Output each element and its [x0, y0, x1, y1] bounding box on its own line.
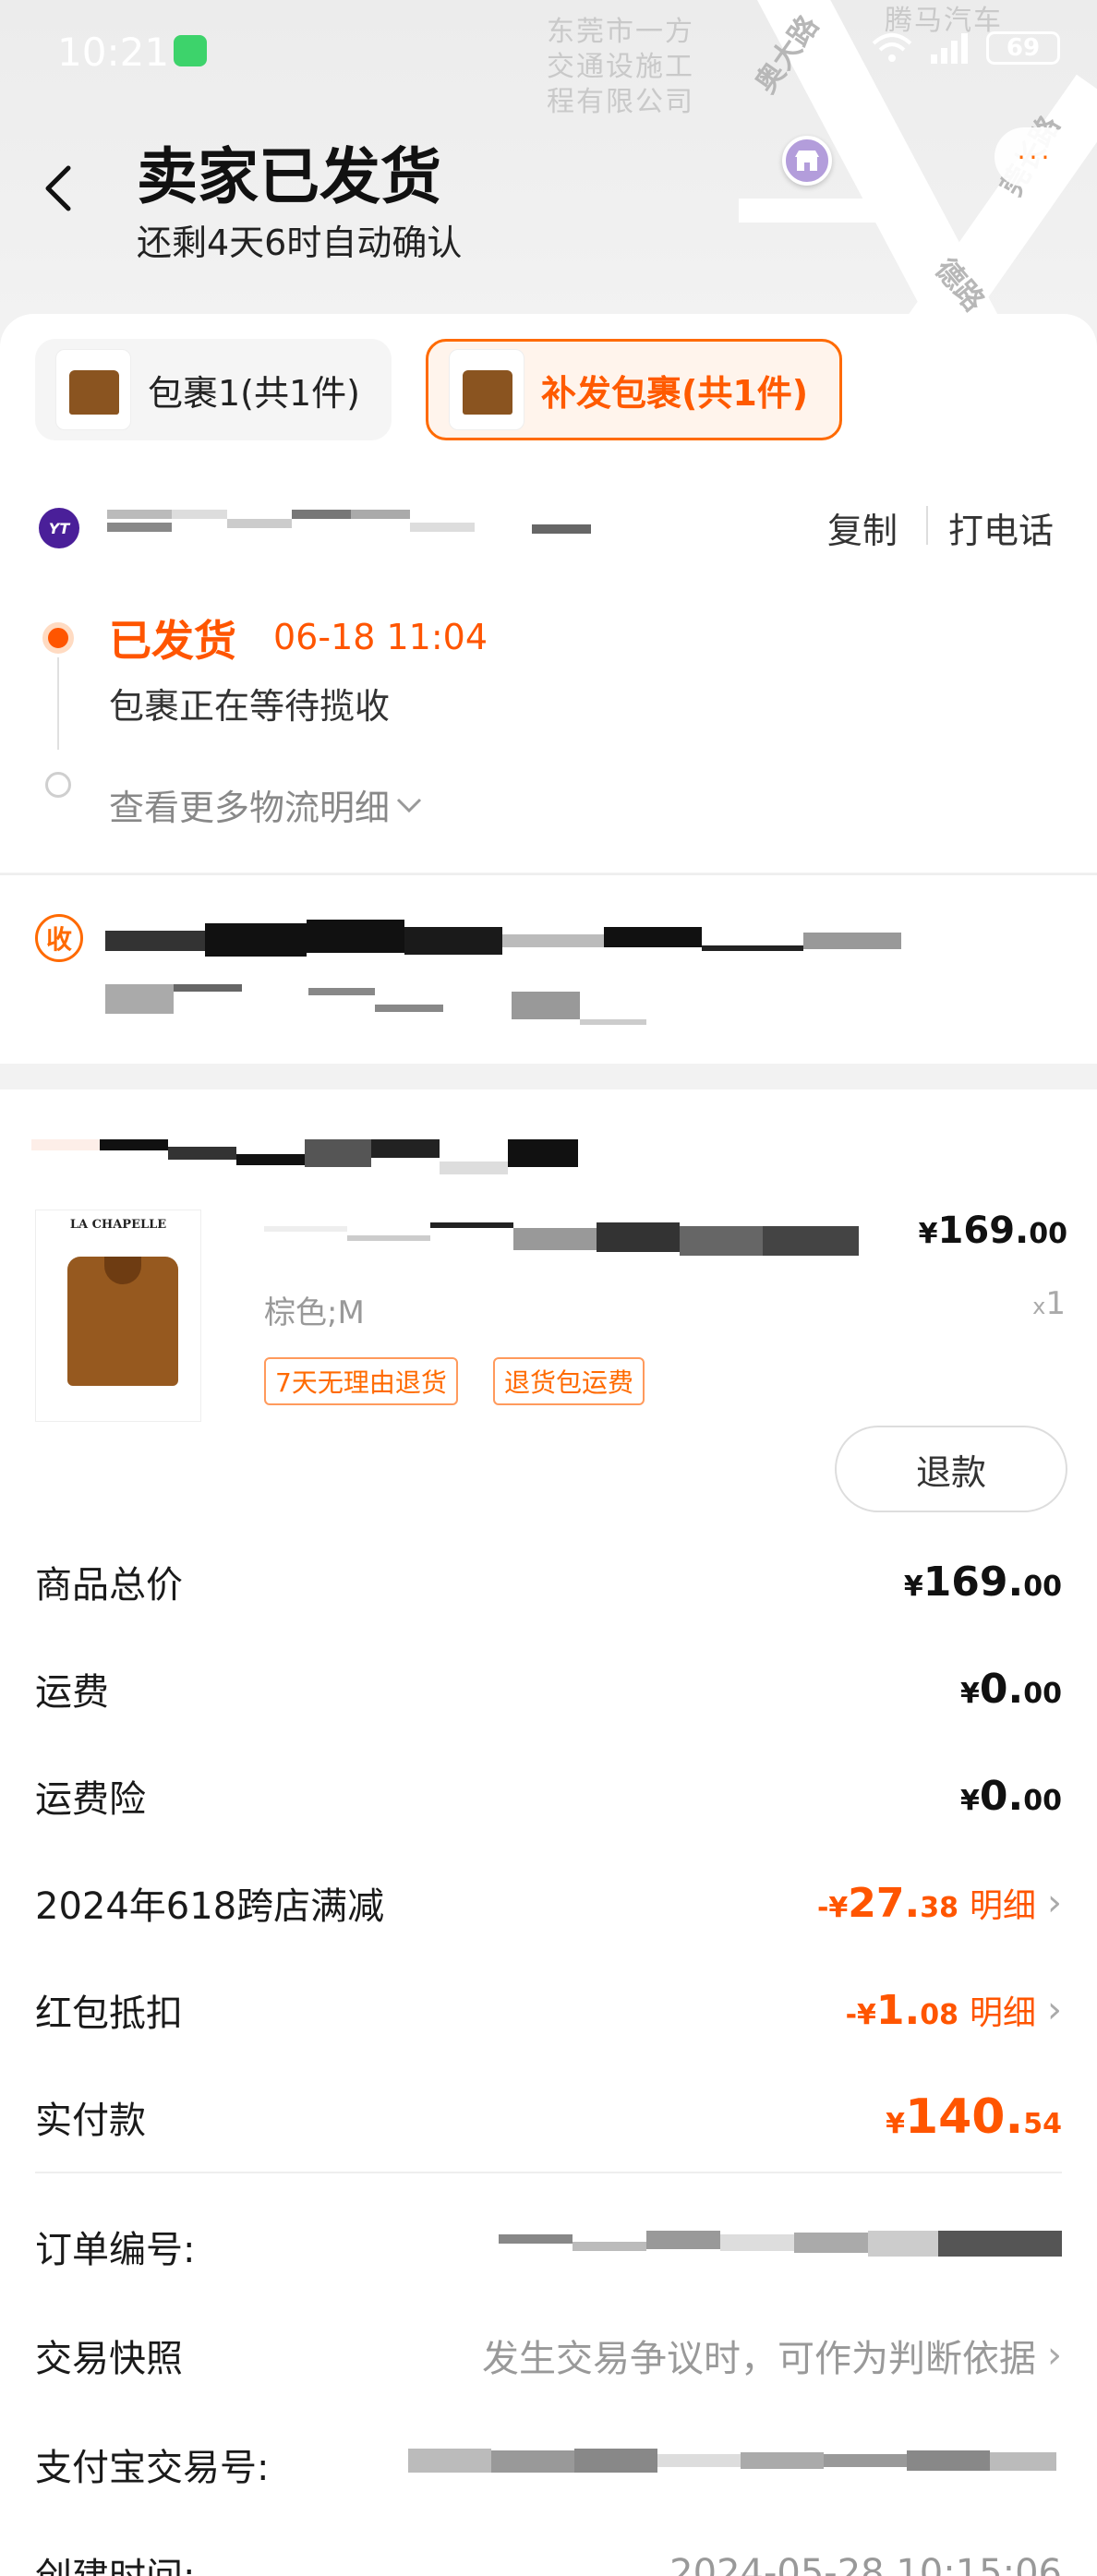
chevron-right-icon: ›: [1047, 2334, 1062, 2377]
signal-icon: [931, 33, 968, 64]
receiver-badge: 收: [35, 914, 83, 962]
created-time-label: 创建时间:: [35, 2546, 195, 2576]
summary-amount: ¥0.00: [960, 1772, 1062, 1820]
product-sku: 棕色;M: [264, 1294, 365, 1331]
summary-label: 实付款: [35, 2100, 146, 2142]
summary-label: 2024年618跨店满减: [35, 1885, 385, 1928]
price-integer: 169.: [937, 1210, 1030, 1252]
summary-amount: -¥27.38: [816, 1879, 958, 1927]
store-pin-icon[interactable]: [782, 136, 832, 186]
order-detail-card: LA CHAPELLE ¥169.00 棕色;M x1 7天无理由退货 退货包运…: [0, 1089, 1097, 2576]
product-price: ¥169.00: [919, 1210, 1067, 1252]
package-tab-label: 补发包裹(共1件): [541, 372, 809, 414]
service-tag: 7天无理由退货: [264, 1357, 458, 1405]
timeline-dot-active: [42, 622, 74, 654]
logistics-card: 包裹1(共1件) 补发包裹(共1件) YT 复制 打电话 已发货 06-18 1…: [0, 314, 1097, 873]
snapshot-row[interactable]: 交易快照 发生交易争议时，可作为判断依据 ›: [35, 2323, 1062, 2388]
package-thumbnail: [449, 349, 524, 430]
package-tab-reissue[interactable]: 补发包裹(共1件): [426, 339, 842, 440]
summary-label: 红包抵扣: [35, 1992, 183, 2035]
divider: [35, 2172, 1062, 2173]
snapshot-label: 交易快照: [35, 2338, 183, 2380]
address-card[interactable]: 收: [0, 873, 1097, 1064]
summary-label: 运费险: [35, 1778, 146, 1821]
more-options-button[interactable]: ···: [995, 127, 1076, 187]
carrier-logo: YT: [39, 508, 79, 548]
timeline-line: [57, 657, 59, 750]
map-road: [739, 199, 923, 223]
product-image-brand: LA CHAPELLE: [69, 1218, 167, 1232]
summary-row-discount[interactable]: 2024年618跨店满减 -¥27.38 明细 ›: [35, 1871, 1062, 1935]
quantity-prefix: x: [1032, 1294, 1046, 1319]
summary-row-shipping-insurance: 运费险 ¥0.00: [35, 1763, 1062, 1828]
summary-row-paid: 实付款 ¥140.54: [35, 2085, 1062, 2149]
status-time: 10:21: [57, 30, 170, 75]
timeline-dot: [45, 772, 71, 798]
quantity-value: 1: [1045, 1285, 1066, 1322]
more-logistics-label: 查看更多物流明细: [109, 788, 391, 828]
more-logistics-link[interactable]: 查看更多物流明细: [109, 779, 423, 830]
wechat-notification-icon: [174, 35, 207, 66]
snapshot-hint: 发生交易争议时，可作为判断依据: [482, 2338, 1036, 2380]
summary-label: 商品总价: [35, 1564, 183, 1607]
package-tab-1[interactable]: 包裹1(共1件): [35, 339, 392, 440]
wifi-icon: [872, 33, 912, 62]
summary-amount: -¥1.08: [845, 1986, 958, 2034]
chevron-left-icon: [45, 165, 71, 211]
copy-tracking-button[interactable]: 复制: [827, 502, 898, 553]
call-courier-button[interactable]: 打电话: [948, 502, 1054, 553]
summary-row-red-packet[interactable]: 红包抵扣 -¥1.08 明细 ›: [35, 1978, 1062, 2042]
page-title: 卖家已发货: [137, 141, 441, 212]
product-image[interactable]: LA CHAPELLE: [35, 1210, 201, 1422]
refund-button[interactable]: 退款: [835, 1426, 1067, 1512]
service-tag: 退货包运费: [493, 1357, 645, 1405]
order-number-label: 订单编号:: [35, 2229, 196, 2271]
shipping-description: 包裹正在等待揽收: [109, 686, 391, 727]
currency-symbol: ¥: [918, 1218, 938, 1250]
back-button[interactable]: [41, 163, 87, 218]
chevron-down-icon: [396, 798, 422, 813]
package-tab-label: 包裹1(共1件): [148, 372, 361, 414]
product-quantity: x1: [1032, 1285, 1066, 1322]
chevron-right-icon: ›: [1047, 1882, 1062, 1924]
summary-row-shipping: 运费 ¥0.00: [35, 1656, 1062, 1721]
paid-amount: ¥140.54: [886, 2089, 1062, 2145]
created-time-row: 创建时间: 2024-05-28 10:15:06: [35, 2541, 1062, 2576]
divider: [926, 506, 928, 545]
created-time-value: 2024-05-28 10:15:06: [669, 2552, 1062, 2576]
chevron-right-icon: ›: [1047, 1989, 1062, 2031]
discount-detail-link[interactable]: 明细: [970, 1879, 1036, 1927]
red-packet-detail-link[interactable]: 明细: [970, 1986, 1036, 2034]
alipay-trade-label: 支付宝交易号:: [35, 2447, 270, 2489]
package-thumbnail: [55, 349, 131, 430]
shipping-status: 已发货: [109, 616, 236, 666]
shipping-time: 06-18 11:04: [273, 617, 488, 657]
battery-indicator: 69: [986, 31, 1060, 65]
auto-confirm-countdown: 还剩4天6时自动确认: [137, 223, 463, 263]
price-decimal: 00: [1029, 1218, 1067, 1250]
summary-row-subtotal: 商品总价 ¥169.00: [35, 1549, 1062, 1614]
summary-label: 运费: [35, 1671, 109, 1714]
summary-amount: ¥169.00: [903, 1558, 1062, 1606]
status-bar: 10:21 69: [0, 0, 1097, 111]
summary-amount: ¥0.00: [960, 1665, 1062, 1713]
